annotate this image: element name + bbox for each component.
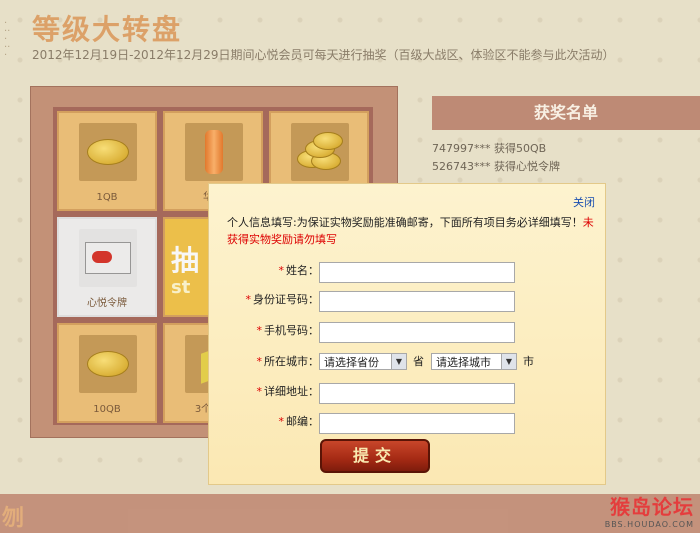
address-field[interactable] <box>319 383 515 404</box>
zip-row: * 邮编： <box>209 412 320 432</box>
name-label: * 姓名： <box>278 264 320 277</box>
city-row: * 所在城市： <box>209 352 320 372</box>
city-select-value: 请选择城市 <box>436 356 491 369</box>
submit-button[interactable]: 提交 <box>320 439 430 473</box>
personal-info-dialog: 关闭 个人信息填写:为保证实物奖励能准确邮寄，下面所有项目务必详细填写！未获得实… <box>208 183 606 485</box>
name-field[interactable] <box>319 262 515 283</box>
city-select[interactable]: 请选择城市 ▼ <box>431 353 517 370</box>
dialog-intro: 个人信息填写:为保证实物奖励能准确邮寄，下面所有项目务必详细填写！未获得实物奖励… <box>227 214 597 248</box>
watermark-subtext: BBS.HOUDAO.COM <box>604 520 694 529</box>
city-label: * 所在城市： <box>256 355 320 368</box>
chevron-down-icon[interactable]: ▼ <box>391 354 406 369</box>
phone-label: * 手机号码： <box>256 324 320 337</box>
id-number-field[interactable] <box>319 291 515 312</box>
phone-row: * 手机号码： <box>209 321 320 341</box>
province-unit: 省 <box>413 355 424 368</box>
close-button[interactable]: 关闭 <box>573 194 595 210</box>
watermark-text: 猴岛论坛 <box>610 495 694 519</box>
chevron-down-icon[interactable]: ▼ <box>501 354 516 369</box>
name-row: * 姓名： <box>209 261 320 281</box>
phone-field[interactable] <box>319 322 515 343</box>
address-row: * 详细地址： <box>209 382 320 402</box>
dialog-intro-text: 个人信息填写:为保证实物奖励能准确邮寄，下面所有项目务必详细填写！ <box>227 216 583 229</box>
city-unit: 市 <box>523 355 534 368</box>
address-label: * 详细地址： <box>256 385 320 398</box>
zip-field[interactable] <box>319 413 515 434</box>
id-row: * 身份证号码： <box>209 290 320 310</box>
watermark-logo: 猴岛论坛 BBS.HOUDAO.COM <box>605 491 694 529</box>
id-label: * 身份证号码： <box>245 293 320 306</box>
zip-label: * 邮编： <box>278 415 320 428</box>
province-select-value: 请选择省份 <box>324 356 379 369</box>
province-select[interactable]: 请选择省份 ▼ <box>319 353 407 370</box>
